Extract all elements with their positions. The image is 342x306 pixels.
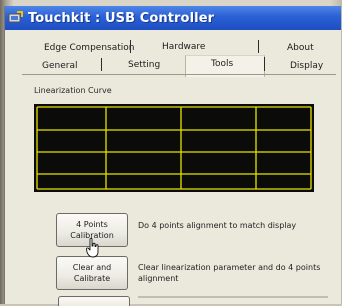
tab-about[interactable]: About [287, 43, 314, 53]
next-action-button[interactable] [58, 296, 130, 306]
tab-display[interactable]: Display [290, 61, 323, 71]
tab-hardware[interactable]: Hardware [162, 42, 205, 52]
next-action-description [138, 294, 328, 300]
window-title: Touchkit : USB Controller [28, 10, 215, 26]
tab-divider [258, 40, 259, 53]
button-label-line1: Clear and [72, 263, 112, 272]
touchkit-app-icon [8, 11, 24, 25]
linearization-curve-label: Linearization Curve [33, 86, 113, 95]
tab-edge-compensation[interactable]: Edge Compensation [44, 43, 134, 53]
clear-and-calibrate-description: Clear linearization parameter and do 4 p… [138, 263, 321, 283]
tab-divider [264, 57, 265, 71]
hand-pointer-icon [86, 238, 100, 258]
button-label-line2: Calibrate [73, 274, 111, 283]
four-points-calibration-description: Do 4 points alignment to match display [138, 221, 297, 230]
title-bar[interactable]: Touchkit : USB Controller [5, 6, 341, 30]
clear-and-calibrate-button[interactable]: Clear and Calibrate [56, 256, 128, 290]
tab-divider [101, 58, 102, 71]
tab-strip: Edge Compensation Hardware About General… [28, 36, 336, 76]
tab-divider [130, 40, 131, 53]
tab-baseline [22, 74, 336, 75]
tab-setting[interactable]: Setting [128, 60, 160, 70]
button-label-line1: 4 Points [76, 220, 108, 229]
tab-general[interactable]: General [42, 61, 77, 71]
linearization-curve-panel [34, 104, 314, 192]
tab-tools[interactable]: Tools [211, 59, 233, 69]
